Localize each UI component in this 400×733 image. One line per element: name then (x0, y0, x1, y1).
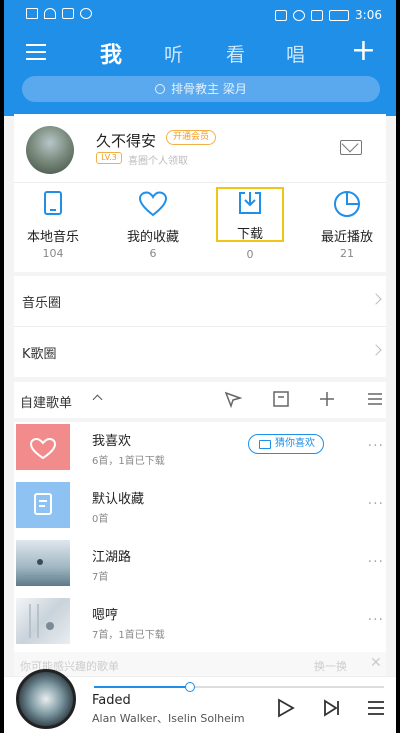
menu-icon[interactable] (26, 44, 46, 60)
more-icon[interactable]: ··· (368, 438, 384, 454)
more-icon[interactable]: ··· (368, 554, 384, 570)
phone-icon (14, 190, 92, 218)
quick-count: 0 (246, 248, 254, 261)
profile-subtitle: 喜圈个人领取 (128, 156, 188, 167)
status-bar: 3:06 (4, 0, 396, 30)
import-icon[interactable] (272, 390, 290, 408)
notification-icon (62, 8, 74, 19)
row-k-song[interactable]: K歌圈 (14, 327, 386, 377)
quick-count: 21 (340, 247, 354, 260)
download-icon (218, 189, 282, 217)
playlist-item[interactable]: 江湖路 7首 ··· (14, 538, 386, 596)
wifi-icon (44, 8, 56, 19)
main-nav: 我 听 看 唱 + (4, 36, 396, 70)
quick-count: 6 (149, 247, 157, 260)
playlists-header: 自建歌单 (14, 382, 386, 418)
doc-cover (16, 482, 70, 528)
status-left (26, 8, 92, 19)
quick-count: 104 (42, 247, 64, 260)
playlist-meta: 6首，1首已下载 (92, 456, 165, 467)
quick-label: 最近播放 (320, 230, 373, 245)
search-placeholder: 排骨教主 梁月 (171, 82, 247, 96)
quick-label: 本地音乐 (26, 230, 79, 245)
playlist-item[interactable]: 嗯哼 7首，1首已下载 ··· (14, 596, 386, 654)
chevron-right-icon (370, 344, 382, 356)
playlist-item[interactable]: 默认收藏 0首 ··· (14, 480, 386, 538)
divider (14, 182, 386, 183)
tab-listen[interactable]: 听 (164, 40, 183, 67)
song-artist: Alan Walker、Iselin Solheim (92, 712, 245, 725)
quick-favorites[interactable]: 我的收藏 6 (114, 190, 192, 260)
recommend-bar: 你可能感兴趣的歌单 换一换 ✕ (14, 652, 386, 676)
progress-bar[interactable] (94, 682, 384, 692)
signal-icon (26, 8, 38, 19)
app-screen: 3:06 我 听 看 唱 + 排骨教主 梁月 久不得安 开通会员 LV.3 喜圈… (4, 0, 396, 733)
playlist-name: 江湖路 (92, 550, 132, 565)
tab-me[interactable]: 我 (100, 37, 122, 69)
chevron-right-icon (370, 293, 382, 305)
photo-cover (16, 540, 70, 586)
heart-cover (16, 424, 70, 470)
level-badge: LV.3 (96, 152, 122, 164)
tab-sing[interactable]: 唱 (286, 40, 305, 67)
playlist-item[interactable]: 我喜欢 6首，1首已下载 猜你喜欢 ··· (14, 422, 386, 480)
username[interactable]: 久不得安 (96, 130, 156, 151)
row-label: 音乐圈 (22, 296, 62, 311)
quick-label: 下载 (236, 227, 263, 242)
close-icon[interactable]: ✕ (370, 655, 382, 671)
refresh-button[interactable]: 换一换 (314, 658, 347, 674)
play-icon[interactable] (274, 697, 296, 723)
quick-download[interactable]: 下载 0 (216, 187, 284, 261)
mini-player[interactable]: Faded Alan Walker、Iselin Solheim (4, 669, 396, 733)
playlist-meta: 7首 (92, 572, 109, 583)
more-icon[interactable]: ··· (368, 496, 384, 512)
status-time: 3:06 (355, 8, 382, 22)
heart-icon (114, 190, 192, 218)
more-icon[interactable]: ··· (368, 612, 384, 628)
playlist-queue-icon[interactable] (366, 697, 386, 723)
collapse-icon[interactable] (92, 394, 103, 405)
playlist-name: 默认收藏 (92, 492, 145, 507)
song-title: Faded (92, 693, 131, 708)
photo-cover (16, 598, 70, 644)
nfc-icon (275, 9, 288, 21)
quick-local-music[interactable]: 本地音乐 104 (14, 190, 92, 260)
status-right: 3:06 (275, 8, 382, 22)
vip-badge[interactable]: 开通会员 (166, 130, 217, 145)
row-label: K歌圈 (22, 347, 57, 362)
battery-icon (329, 9, 350, 21)
playlist-meta: 7首，1首已下载 (92, 630, 165, 641)
next-icon[interactable] (322, 697, 342, 723)
guess-you-like-button[interactable]: 猜你喜欢 (248, 434, 324, 454)
album-disc[interactable] (16, 669, 76, 729)
tab-watch[interactable]: 看 (226, 40, 245, 67)
block-icon (80, 8, 92, 19)
progress-fill (94, 686, 190, 688)
playlist-name: 嗯哼 (92, 608, 119, 623)
quick-label: 我的收藏 (126, 230, 179, 245)
quick-recent[interactable]: 最近播放 21 (308, 190, 386, 260)
add-playlist-icon[interactable] (318, 390, 336, 408)
list-manage-icon[interactable] (366, 390, 384, 408)
vibrate-icon (311, 9, 324, 21)
search-icon (155, 84, 166, 94)
top-bar: 3:06 我 听 看 唱 + 排骨教主 梁月 (4, 0, 396, 116)
clock-icon (308, 190, 386, 218)
playlist-name: 我喜欢 (92, 434, 132, 449)
progress-knob[interactable] (184, 682, 195, 692)
share-icon[interactable] (224, 390, 243, 409)
alarm-icon (293, 9, 306, 21)
mail-icon[interactable] (340, 140, 362, 155)
playlists-title[interactable]: 自建歌单 (20, 392, 72, 411)
playlist-meta: 0首 (92, 514, 109, 525)
row-music-circle[interactable]: 音乐圈 (14, 276, 386, 326)
add-icon[interactable]: + (351, 36, 376, 66)
avatar[interactable] (26, 126, 74, 174)
search-bar[interactable]: 排骨教主 梁月 (22, 76, 380, 102)
